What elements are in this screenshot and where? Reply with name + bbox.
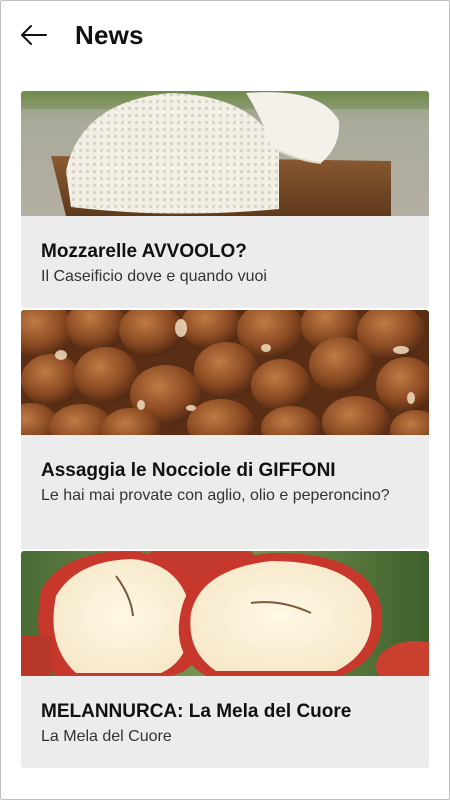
news-card[interactable]: MELANNURCA: La Mela del Cuore La Mela de… <box>21 551 429 768</box>
apples-photo <box>21 551 429 676</box>
news-title: Assaggia le Nocciole di GIFFONI <box>41 460 336 481</box>
news-title: MELANNURCA: La Mela del Cuore <box>41 701 352 722</box>
page-title: News <box>75 20 144 50</box>
news-card[interactable]: Mozzarelle AVVOOLO? Il Caseificio dove e… <box>21 91 429 308</box>
news-card[interactable]: Assaggia le Nocciole di GIFFONI Le hai m… <box>21 310 429 549</box>
hazelnuts-photo <box>21 310 429 435</box>
news-subtitle: La Mela del Cuore <box>41 728 172 745</box>
mozzarella-photo <box>21 91 429 216</box>
app-header: News <box>0 0 450 76</box>
news-title: Mozzarelle AVVOOLO? <box>41 241 247 262</box>
news-list: Mozzarelle AVVOOLO? Il Caseificio dove e… <box>21 91 429 770</box>
arrow-left-icon <box>21 25 47 45</box>
news-subtitle: Le hai mai provate con aglio, olio e pep… <box>41 487 390 504</box>
back-button[interactable] <box>20 23 48 47</box>
news-subtitle: Il Caseificio dove e quando vuoi <box>41 268 267 285</box>
